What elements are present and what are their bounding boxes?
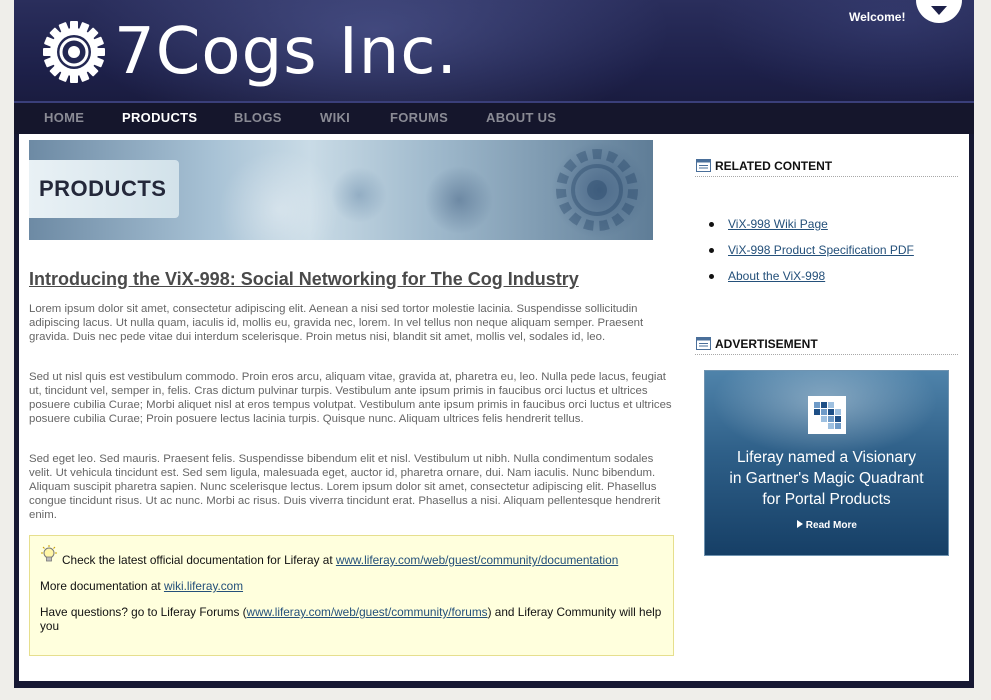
- note-line-forums: Have questions? go to Liferay Forums (ww…: [40, 605, 668, 633]
- banner-label: PRODUCTS: [39, 176, 167, 201]
- note-text: More documentation at: [40, 579, 164, 593]
- main-navigation: HOME PRODUCTS BLOGS WIKI FORUMS ABOUT US: [14, 103, 974, 134]
- lightbulb-icon: [41, 545, 57, 562]
- read-more-label: Read More: [805, 520, 857, 531]
- site-logo-text[interactable]: 7Cogs Inc.: [114, 14, 458, 90]
- advertisement-header: ADVERTISEMENT: [695, 332, 958, 355]
- advertisement-line: for Portal Products: [762, 491, 891, 508]
- article-paragraph: Sed eget leo. Sed mauris. Praesent felis…: [29, 453, 661, 521]
- related-content-header: RELATED CONTENT: [695, 154, 958, 177]
- article-title[interactable]: Introducing the ViX-998: Social Networki…: [29, 269, 669, 290]
- related-link-wiki[interactable]: ViX-998 Wiki Page: [728, 217, 828, 231]
- cog-icon: [43, 21, 105, 83]
- site-wrapper: 7Cogs Inc. Welcome! HOME PRODUCTS BLOGS …: [14, 0, 974, 688]
- note-line-documentation: Check the latest official documentation …: [62, 553, 618, 567]
- note-text: Have questions? go to Liferay Forums (: [40, 605, 247, 619]
- documentation-link[interactable]: www.liferay.com/web/guest/community/docu…: [336, 553, 618, 567]
- welcome-label[interactable]: Welcome!: [849, 10, 905, 24]
- read-more-link[interactable]: Read More: [797, 520, 857, 531]
- portlet-title: ADVERTISEMENT: [715, 337, 818, 351]
- content-area: PRODUCTS Introducing the ViX-998: Social…: [19, 134, 969, 681]
- advertisement-line: Liferay named a Visionary: [737, 449, 916, 466]
- nav-item-blogs[interactable]: BLOGS: [234, 110, 282, 125]
- site-header: 7Cogs Inc. Welcome!: [14, 0, 974, 103]
- advertisement-text: Liferay named a Visionary in Gartner's M…: [705, 447, 948, 510]
- nav-item-wiki[interactable]: WIKI: [320, 110, 350, 125]
- nav-item-forums[interactable]: FORUMS: [390, 110, 448, 125]
- chevron-down-icon: [931, 6, 947, 15]
- note-text: Check the latest official documentation …: [62, 553, 336, 567]
- nav-item-about-us[interactable]: ABOUT US: [486, 110, 556, 125]
- products-banner: PRODUCTS: [29, 140, 653, 240]
- related-link-about[interactable]: About the ViX-998: [728, 269, 825, 283]
- portlet-window-icon: [696, 159, 711, 172]
- wiki-link[interactable]: wiki.liferay.com: [164, 579, 243, 593]
- note-line-wiki: More documentation at wiki.liferay.com: [40, 579, 243, 593]
- advertisement-banner[interactable]: Liferay named a Visionary in Gartner's M…: [704, 370, 949, 556]
- article-paragraph: Sed ut nisl quis est vestibulum commodo.…: [29, 371, 672, 425]
- gear-decoration-icon: [556, 149, 638, 231]
- liferay-logo-icon: [808, 396, 846, 434]
- related-link-spec-pdf[interactable]: ViX-998 Product Specification PDF: [728, 243, 914, 257]
- triangle-right-icon: [797, 520, 803, 528]
- nav-item-home[interactable]: HOME: [44, 110, 84, 125]
- portlet-title: RELATED CONTENT: [715, 159, 833, 173]
- portlet-window-icon: [696, 337, 711, 350]
- nav-item-products[interactable]: PRODUCTS: [122, 110, 197, 125]
- forums-link[interactable]: www.liferay.com/web/guest/community/foru…: [247, 605, 488, 619]
- advertisement-line: in Gartner's Magic Quadrant: [729, 470, 924, 487]
- article-paragraph: Lorem ipsum dolor sit amet, consectetur …: [29, 303, 644, 343]
- dock-toggle-button[interactable]: [916, 0, 962, 23]
- documentation-note-box: Check the latest official documentation …: [29, 535, 674, 656]
